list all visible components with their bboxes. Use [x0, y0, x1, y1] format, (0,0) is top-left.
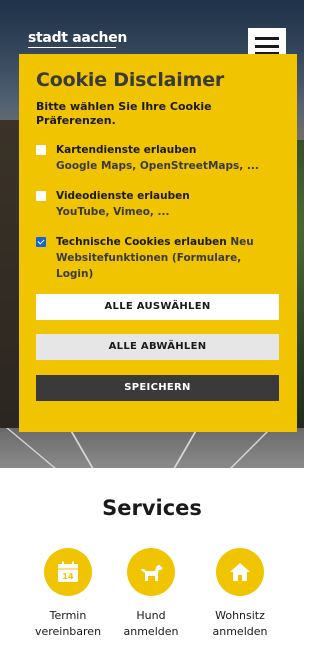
select-all-button[interactable]: ALLE AUSWÄHLEN [36, 294, 279, 320]
new-badge: Neu [230, 236, 254, 248]
service-termin-vereinbaren[interactable]: 14 Termin vereinbaren [28, 548, 108, 640]
service-label: Hund [136, 609, 166, 622]
service-label: Termin [49, 609, 87, 622]
save-button[interactable]: SPEICHERN [36, 375, 279, 401]
checkbox-kartendienste[interactable] [36, 145, 46, 155]
option-detail: Google Maps, OpenStreetMaps, ... [56, 160, 259, 172]
option-technische-cookies[interactable]: Technische Cookies erlauben Neu Websitef… [36, 234, 280, 282]
option-label: Kartendienste erlauben [56, 144, 197, 156]
service-label: Wohnsitz [215, 609, 265, 622]
calendar-day: 14 [62, 572, 74, 581]
cookie-title: Cookie Disclaimer [36, 69, 225, 91]
option-detail: Websitefunktionen (Formulare, Login) [56, 252, 242, 280]
option-detail: YouTube, Vimeo, ... [56, 206, 170, 218]
cookie-subtitle: Bitte wählen Sie Ihre Cookie Präferenzen… [36, 100, 212, 127]
option-videodienste[interactable]: Videodienste erlauben YouTube, Vimeo, ..… [36, 188, 280, 220]
service-label: anmelden [212, 625, 268, 638]
cookie-disclaimer-dialog: Cookie Disclaimer Bitte wählen Sie Ihre … [19, 54, 297, 432]
service-label: vereinbaren [34, 625, 102, 638]
option-kartendienste[interactable]: Kartendienste erlauben Google Maps, Open… [36, 142, 280, 174]
checkbox-videodienste[interactable] [36, 191, 46, 201]
calendar-icon[interactable]: 14 [44, 548, 92, 596]
service-hund-anmelden[interactable]: Hund anmelden [111, 548, 191, 640]
option-label: Technische Cookies erlauben [56, 236, 227, 248]
option-label: Videodienste erlauben [56, 190, 190, 202]
site-logo[interactable]: stadt aachen [28, 30, 127, 46]
house-icon[interactable] [216, 548, 264, 596]
service-label: anmelden [123, 625, 179, 638]
deselect-all-button[interactable]: ALLE ABWÄHLEN [36, 334, 279, 360]
service-wohnsitz-anmelden[interactable]: Wohnsitz anmelden [200, 548, 280, 640]
dog-icon[interactable] [127, 548, 175, 596]
plaza-ground [0, 428, 304, 468]
checkbox-technische-cookies[interactable] [36, 237, 46, 247]
services-title: Services [102, 496, 202, 520]
logo-underline [28, 47, 116, 48]
